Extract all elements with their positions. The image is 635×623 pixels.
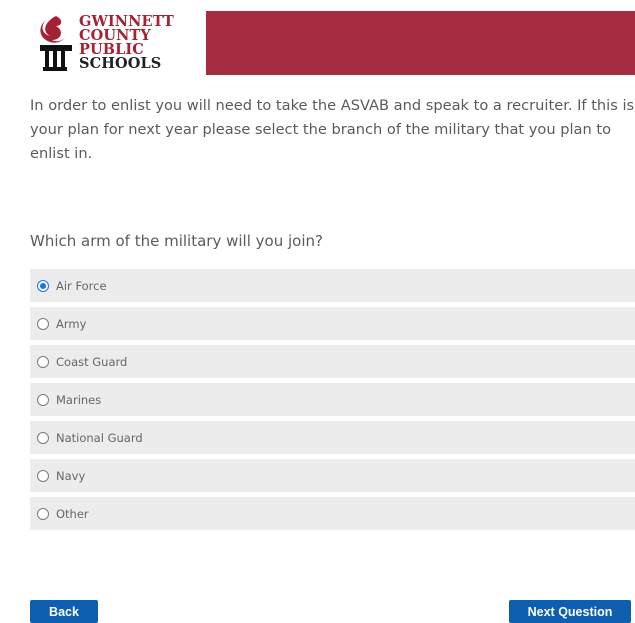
radio-unchecked-icon[interactable] [37,393,49,406]
next-question-button[interactable]: Next Question [509,600,631,623]
radio-checked-icon[interactable] [37,279,49,292]
option-marines[interactable]: Marines [30,383,635,416]
radio-unchecked-icon[interactable] [37,431,49,444]
back-button[interactable]: Back [30,600,98,623]
options-list: Air Force Army Coast Guard Marines Natio… [30,269,635,535]
option-label: Navy [56,468,86,483]
option-army[interactable]: Army [30,307,635,340]
option-navy[interactable]: Navy [30,459,635,492]
radio-unchecked-icon[interactable] [37,355,49,368]
option-national-guard[interactable]: National Guard [30,421,635,454]
option-label: Coast Guard [56,354,128,369]
radio-unchecked-icon[interactable] [37,507,49,520]
option-label: Army [56,316,87,331]
option-label: Air Force [56,278,107,293]
question-text: Which arm of the military will you join? [30,232,323,250]
header-banner [206,11,635,75]
torch-logo-icon [40,16,72,71]
option-label: Other [56,506,89,521]
radio-unchecked-icon[interactable] [37,317,49,330]
option-air-force[interactable]: Air Force [30,269,635,302]
option-label: National Guard [56,430,143,445]
option-label: Marines [56,392,102,407]
option-other[interactable]: Other [30,497,635,530]
radio-unchecked-icon[interactable] [37,469,49,482]
gwinnett-logo: GWINNETT COUNTY PUBLIC SCHOOLS [30,10,202,76]
logo-line-schools: SCHOOLS [79,55,162,72]
option-coast-guard[interactable]: Coast Guard [30,345,635,378]
intro-text: In order to enlist you will need to take… [30,97,635,162]
logo-wordmark: GWINNETT COUNTY PUBLIC SCHOOLS [79,14,174,72]
